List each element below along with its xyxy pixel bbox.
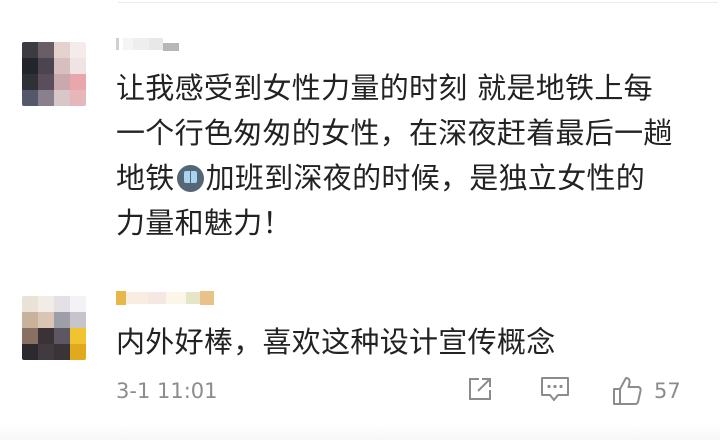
comment-line: 让我感受到女性力量的时刻 就是地铁上每 [116, 71, 653, 105]
avatar[interactable] [22, 42, 86, 106]
comment-icon [541, 377, 569, 401]
avatar[interactable] [22, 296, 86, 360]
share-icon [469, 378, 491, 400]
comment-line: 力量和魅力！ [116, 206, 292, 240]
username-pixelated[interactable] [116, 36, 179, 52]
like-count: 57 [654, 379, 681, 403]
metro-emoji-icon [176, 165, 204, 192]
comment-line: 地铁 加班到深夜的时候，是独立女性的 [116, 156, 706, 201]
comment-thread: 让我感受到女性力量的时刻 就是地铁上每 一个行色匆匆的女性，在深夜赶着最后一趟 … [0, 0, 720, 440]
timestamp: 3-1 11:01 [116, 379, 218, 403]
like-button[interactable]: 57 [610, 374, 681, 408]
bottom-edge [0, 424, 720, 440]
comment-line-part: 加班到深夜的时候，是独立女性的 [205, 161, 646, 195]
comment-text: 让我感受到女性力量的时刻 就是地铁上每 一个行色匆匆的女性，在深夜赶着最后一趟 … [116, 66, 706, 246]
share-button[interactable] [465, 374, 495, 404]
thumbs-up-icon [613, 377, 642, 405]
divider [118, 2, 718, 3]
comment-line: 内外好棒，喜欢这种设计宣传概念 [116, 325, 556, 359]
comment-button[interactable] [539, 374, 571, 404]
comment-text: 内外好棒，喜欢这种设计宣传概念 [116, 320, 706, 365]
comment-line: 一个行色匆匆的女性，在深夜赶着最后一趟 [116, 116, 673, 150]
comment-line-part: 地铁 [116, 161, 175, 195]
username-pixelated[interactable] [116, 290, 214, 306]
comment-meta: 3-1 11:01 57 [116, 372, 706, 412]
